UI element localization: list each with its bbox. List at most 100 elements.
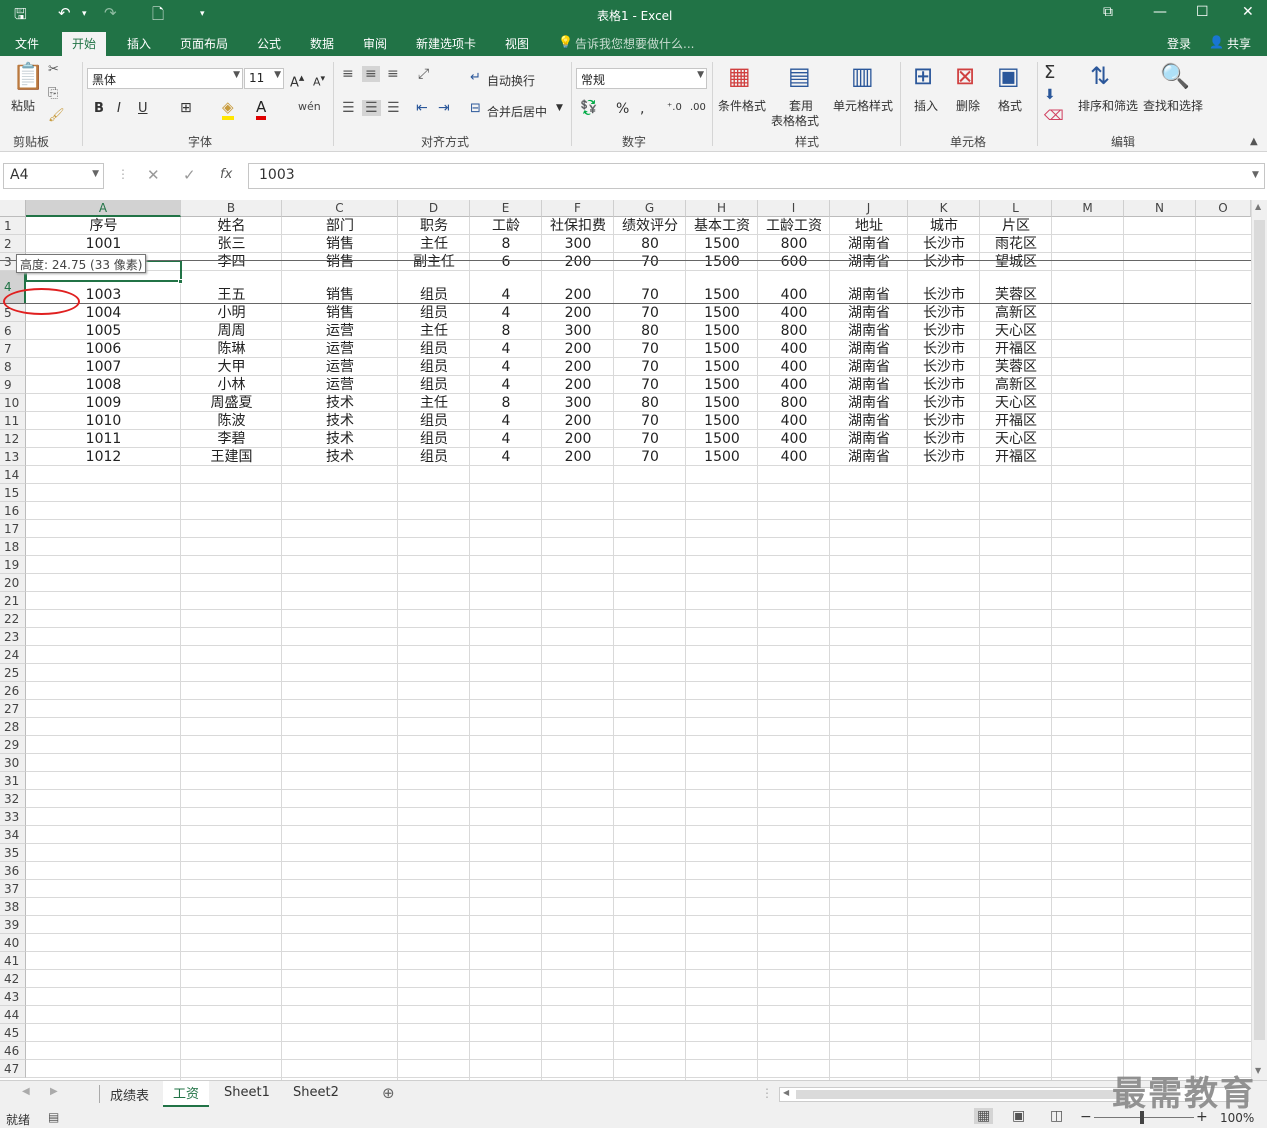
tab-review[interactable]: 审阅: [363, 35, 387, 52]
column-header-a[interactable]: A: [26, 200, 181, 217]
header-cell[interactable]: 城市: [908, 217, 980, 235]
table-cell[interactable]: 200: [542, 412, 614, 430]
table-cell[interactable]: 张三: [181, 235, 282, 253]
row-header-37[interactable]: 37: [0, 880, 26, 898]
table-cell[interactable]: 200: [542, 358, 614, 376]
worksheet-grid[interactable]: A B C D E F G H I J K L M N O 1 2 3 4 5 6 7 8 9 10 11 12 13 14 15 16 17…: [0, 200, 1251, 1080]
insert-cells-button[interactable]: 插入: [914, 97, 938, 114]
zoom-out-icon[interactable]: −: [1080, 1109, 1092, 1125]
column-header-l[interactable]: L: [980, 200, 1052, 217]
table-cell[interactable]: 4: [470, 412, 542, 430]
table-cell[interactable]: 1500: [686, 394, 758, 412]
table-cell[interactable]: 技术: [282, 448, 398, 466]
table-cell[interactable]: 湖南省: [830, 322, 908, 340]
tab-page-layout[interactable]: 页面布局: [180, 35, 228, 52]
column-header-g[interactable]: G: [614, 200, 686, 217]
row-header-1[interactable]: 1: [0, 217, 26, 235]
row-header-9[interactable]: 9: [0, 376, 26, 394]
table-cell[interactable]: 6: [470, 253, 542, 271]
table-cell[interactable]: 长沙市: [908, 448, 980, 466]
table-cell[interactable]: 1010: [26, 412, 181, 430]
table-cell[interactable]: 组员: [398, 430, 470, 448]
table-cell[interactable]: 组员: [398, 448, 470, 466]
table-cell[interactable]: 400: [758, 376, 830, 394]
table-cell[interactable]: 1500: [686, 286, 758, 304]
table-cell[interactable]: 1500: [686, 358, 758, 376]
table-cell[interactable]: 4: [470, 286, 542, 304]
table-cell[interactable]: 80: [614, 322, 686, 340]
table-cell[interactable]: 4: [470, 358, 542, 376]
prev-sheet-icon[interactable]: ◀: [22, 1086, 30, 1097]
percent-icon[interactable]: %: [616, 101, 629, 117]
column-header-f[interactable]: F: [542, 200, 614, 217]
table-cell[interactable]: 运营: [282, 340, 398, 358]
header-cell[interactable]: 部门: [282, 217, 398, 235]
paste-icon[interactable]: 📋: [12, 62, 44, 92]
row-header-35[interactable]: 35: [0, 844, 26, 862]
row-header-22[interactable]: 22: [0, 610, 26, 628]
row-header-7[interactable]: 7: [0, 340, 26, 358]
name-box[interactable]: A4 ▼: [3, 163, 104, 189]
add-sheet-icon[interactable]: ⊕: [382, 1084, 395, 1102]
row-header-43[interactable]: 43: [0, 988, 26, 1006]
table-cell[interactable]: 200: [542, 253, 614, 271]
page-break-view-icon[interactable]: ◫: [1050, 1108, 1063, 1124]
sheet-tab-scores[interactable]: 成绩表: [110, 1085, 149, 1104]
table-cell[interactable]: 1006: [26, 340, 181, 358]
zoom-slider[interactable]: [1094, 1117, 1194, 1118]
tab-data[interactable]: 数据: [310, 35, 334, 52]
row-header-45[interactable]: 45: [0, 1024, 26, 1042]
align-left-icon[interactable]: ☰: [342, 100, 355, 116]
table-cell[interactable]: 湖南省: [830, 376, 908, 394]
row-header-40[interactable]: 40: [0, 934, 26, 952]
table-cell[interactable]: 200: [542, 286, 614, 304]
table-cell[interactable]: 湖南省: [830, 235, 908, 253]
autosum-icon[interactable]: Σ: [1044, 62, 1055, 83]
table-cell[interactable]: 销售: [282, 235, 398, 253]
tab-file[interactable]: 文件: [15, 35, 39, 52]
row-header-11[interactable]: 11: [0, 412, 26, 430]
table-cell[interactable]: 长沙市: [908, 394, 980, 412]
vertical-scrollbar[interactable]: ▲ ▼: [1251, 200, 1267, 1080]
table-cell[interactable]: 400: [758, 286, 830, 304]
table-cell[interactable]: 组员: [398, 358, 470, 376]
table-cell[interactable]: 长沙市: [908, 235, 980, 253]
enter-icon[interactable]: ✓: [183, 166, 196, 184]
column-header-d[interactable]: D: [398, 200, 470, 217]
table-cell[interactable]: 200: [542, 448, 614, 466]
table-cell[interactable]: 天心区: [980, 394, 1052, 412]
orientation-icon[interactable]: ⤢: [418, 66, 429, 82]
row-header-15[interactable]: 15: [0, 484, 26, 502]
tell-me-input[interactable]: 告诉我您想要做什么...: [575, 35, 694, 52]
tab-new[interactable]: 新建选项卡: [416, 35, 476, 52]
row-header-42[interactable]: 42: [0, 970, 26, 988]
wrap-text-button[interactable]: 自动换行: [487, 72, 535, 89]
table-cell[interactable]: 技术: [282, 394, 398, 412]
format-painter-icon[interactable]: 🖌: [48, 108, 65, 123]
table-cell[interactable]: 李四: [181, 253, 282, 271]
table-cell[interactable]: 400: [758, 430, 830, 448]
table-cell[interactable]: 长沙市: [908, 430, 980, 448]
table-cell[interactable]: 70: [614, 448, 686, 466]
row-header-46[interactable]: 46: [0, 1042, 26, 1060]
row-header-10[interactable]: 10: [0, 394, 26, 412]
header-cell[interactable]: 工龄: [470, 217, 542, 235]
table-cell[interactable]: 周盛夏: [181, 394, 282, 412]
table-cell[interactable]: 300: [542, 235, 614, 253]
table-cell[interactable]: 4: [470, 448, 542, 466]
table-cell[interactable]: 1500: [686, 235, 758, 253]
table-cell[interactable]: 长沙市: [908, 412, 980, 430]
row-header-8[interactable]: 8: [0, 358, 26, 376]
merge-center-button[interactable]: 合并后居中: [487, 103, 547, 120]
table-cell[interactable]: 长沙市: [908, 286, 980, 304]
fill-icon[interactable]: ⬇: [1044, 87, 1056, 103]
font-name-select[interactable]: 黑体 ▼: [87, 68, 243, 89]
normal-view-icon[interactable]: ▦: [974, 1108, 994, 1124]
save-icon[interactable]: 🖫: [14, 4, 27, 29]
align-center-icon[interactable]: ☰: [362, 100, 381, 116]
login-link[interactable]: 登录: [1167, 35, 1191, 52]
table-cell[interactable]: 陈琳: [181, 340, 282, 358]
font-size-select[interactable]: 11 ▼: [244, 68, 284, 89]
table-cell[interactable]: 高新区: [980, 376, 1052, 394]
table-cell[interactable]: 8: [470, 235, 542, 253]
